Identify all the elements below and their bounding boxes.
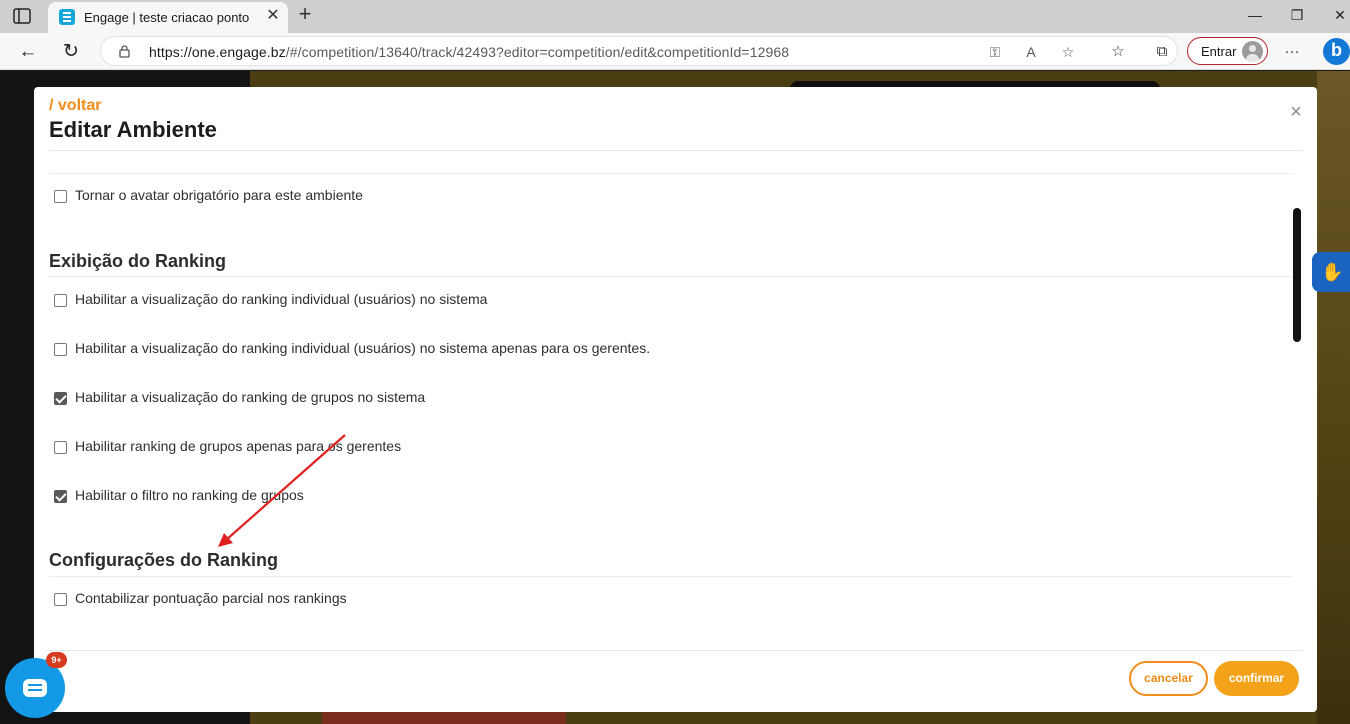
modal-title: Editar Ambiente <box>49 117 217 142</box>
new-tab-button[interactable]: + <box>293 3 317 27</box>
url-text[interactable]: https://one.engage.bz/#/competition/1364… <box>149 44 789 60</box>
address-bar[interactable]: https://one.engage.bz/#/competition/1364… <box>100 36 1178 66</box>
bing-chat-icon[interactable] <box>1323 38 1350 65</box>
close-icon[interactable]: × <box>1288 102 1304 122</box>
back-button[interactable]: ← <box>15 39 41 65</box>
sign-language-icon: ✋ <box>1321 262 1344 282</box>
checkbox-checked[interactable] <box>54 490 67 503</box>
notification-badge: 9+ <box>46 652 67 668</box>
header-divider <box>49 150 1303 151</box>
checkbox[interactable] <box>54 593 67 606</box>
option-label: Habilitar a visualização do ranking indi… <box>75 291 488 307</box>
content-divider <box>49 173 1293 174</box>
footer-divider <box>49 650 1303 651</box>
accessibility-widget[interactable]: ✋ <box>1312 252 1350 292</box>
close-window-button[interactable]: ✕ <box>1317 3 1350 27</box>
favorites-icon[interactable]: ☆ <box>1107 41 1129 63</box>
more-options-icon[interactable]: ··· <box>1281 41 1303 63</box>
url-path: /#/competition/13640/track/42493?editor=… <box>285 44 790 60</box>
add-favorite-icon[interactable]: ☆ <box>1058 42 1078 62</box>
tab-close-icon[interactable]: ✕ <box>263 6 283 26</box>
page-background-edge <box>1317 71 1350 724</box>
browser-tab-bar: Engage | teste criacao ponto ✕ + — ❐ ✕ <box>0 0 1350 33</box>
checkbox[interactable] <box>54 190 67 203</box>
engage-favicon-icon <box>59 9 75 25</box>
section-divider <box>49 276 1293 277</box>
checkbox[interactable] <box>54 441 67 454</box>
section-divider <box>49 576 1293 577</box>
section-title-ranking-display: Exibição do Ranking <box>49 251 227 271</box>
edit-environment-modal: / voltar Editar Ambiente × Tornar o avat… <box>34 87 1317 712</box>
key-icon[interactable]: ⚿ <box>985 42 1005 62</box>
lock-icon[interactable] <box>119 45 130 58</box>
checkbox[interactable] <box>54 343 67 356</box>
signin-label: Entrar <box>1201 44 1237 59</box>
option-label: Habilitar o filtro no ranking de grupos <box>75 487 304 503</box>
url-domain: https://one.engage.bz <box>149 44 286 60</box>
minimize-button[interactable]: — <box>1232 3 1278 27</box>
collections-icon[interactable]: ⧉ <box>1151 41 1173 63</box>
browser-toolbar: ← ↻ https://one.engage.bz/#/competition/… <box>0 33 1350 70</box>
tab-title: Engage | teste criacao ponto <box>84 10 250 25</box>
back-link[interactable]: / voltar <box>49 97 101 115</box>
profile-avatar-icon <box>1242 41 1263 62</box>
confirm-button[interactable]: confirmar <box>1214 661 1299 696</box>
option-label: Contabilizar pontuação parcial nos ranki… <box>75 590 347 606</box>
checkbox-checked[interactable] <box>54 392 67 405</box>
browser-tab-active[interactable]: Engage | teste criacao ponto ✕ <box>48 2 288 33</box>
tab-actions-icon[interactable] <box>13 8 31 24</box>
refresh-button[interactable]: ↻ <box>58 39 84 65</box>
option-label: Tornar o avatar obrigatório para este am… <box>75 187 363 203</box>
read-aloud-icon[interactable]: A <box>1021 42 1041 62</box>
cancel-button[interactable]: cancelar <box>1129 661 1208 696</box>
section-title-ranking-settings: Configurações do Ranking <box>49 550 279 570</box>
maximize-button[interactable]: ❐ <box>1274 3 1320 27</box>
checkbox[interactable] <box>54 294 67 307</box>
chat-icon <box>23 679 47 697</box>
option-label: Habilitar a visualização do ranking indi… <box>75 340 651 356</box>
option-label: Habilitar a visualização do ranking de g… <box>75 389 426 405</box>
signin-button[interactable]: Entrar <box>1187 37 1268 65</box>
option-label: Habilitar ranking de grupos apenas para … <box>75 438 402 454</box>
page-background-bar <box>322 711 566 724</box>
scrollbar-thumb[interactable] <box>1293 208 1301 342</box>
